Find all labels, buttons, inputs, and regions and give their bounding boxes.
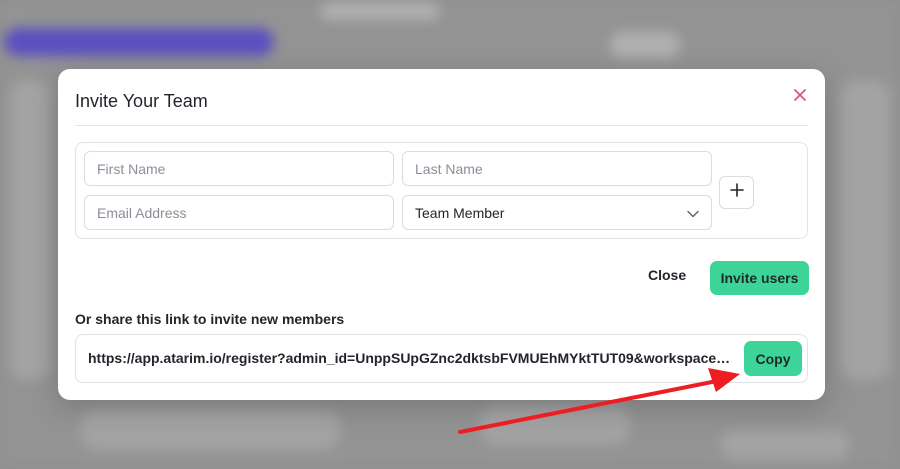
copy-button[interactable]: Copy (744, 341, 802, 376)
modal-title: Invite Your Team (75, 91, 208, 111)
plus-icon (729, 183, 744, 202)
divider (75, 125, 808, 126)
role-select-value: Team Member (415, 204, 505, 221)
background-logo (4, 28, 274, 56)
background-panel (840, 80, 890, 380)
background-panel (480, 405, 630, 445)
role-select[interactable]: Team Member (402, 195, 712, 230)
invite-link-box: https://app.atarim.io/register?admin_id=… (75, 334, 808, 383)
background-panel (720, 430, 850, 460)
background-panel (10, 80, 50, 380)
background-pill (610, 32, 680, 58)
add-row-button[interactable] (719, 176, 754, 209)
close-button[interactable]: Close (648, 267, 686, 283)
background-pill (320, 2, 440, 20)
invite-users-button[interactable]: Invite users (710, 261, 809, 295)
close-icon[interactable] (791, 86, 809, 104)
first-name-input[interactable] (84, 151, 394, 186)
invite-modal: Invite Your Team Team Member Close Invit… (58, 69, 825, 400)
background-panel (80, 410, 340, 450)
invite-fields-box: Team Member (75, 142, 808, 239)
chevron-down-icon (687, 205, 699, 221)
last-name-input[interactable] (402, 151, 712, 186)
email-input[interactable] (84, 195, 394, 230)
share-link-label: Or share this link to invite new members (75, 311, 345, 327)
invite-link-text[interactable]: https://app.atarim.io/register?admin_id=… (88, 350, 736, 366)
